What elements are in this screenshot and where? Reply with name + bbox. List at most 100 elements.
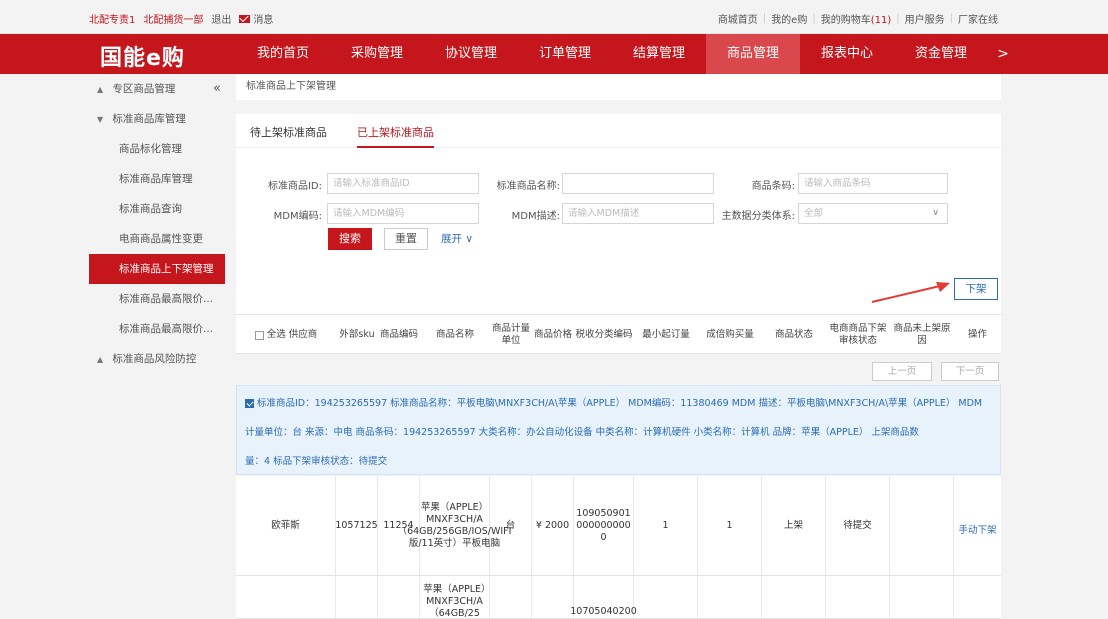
mdm-code-input[interactable]: 请输入MDM编码 (327, 203, 479, 224)
barcode-input[interactable]: 请输入商品条码 (798, 173, 948, 194)
sidebar-item-label: 标准商品风险防控 (112, 353, 197, 365)
sidebar-group-risk-control[interactable]: ▲ 标准商品风险防控 (89, 344, 225, 374)
cell-sku: 1057125 (335, 476, 378, 575)
row-checkbox[interactable] (245, 399, 254, 408)
nav-goods[interactable]: 商品管理 (706, 34, 800, 74)
th-goods-code: 商品编码 (379, 329, 418, 340)
expand-triangle-icon: ▼ (97, 115, 104, 124)
cell-min-order: 1 (634, 476, 698, 575)
cell-reason (890, 576, 954, 618)
sidebar-item-shelf-management[interactable]: 标准商品上下架管理 (89, 254, 225, 284)
reset-button[interactable]: 重置 (384, 228, 428, 250)
cell-unit: 台 (490, 476, 532, 575)
mall-home-link[interactable]: 商城首页 (718, 11, 758, 26)
sidebar-item-standardization[interactable]: 商品标化管理 (89, 134, 225, 164)
detail-line-2: 计量单位：台 来源：中电 商品条码：194253265597 大类名称：办公自动… (245, 427, 919, 438)
cell-multiple: 1 (698, 476, 762, 575)
vendor-online-link[interactable]: 厂家在线 (958, 11, 998, 26)
std-id-label: 标准商品ID: (267, 181, 322, 192)
cell-tax-code: 10705040200 (570, 576, 637, 618)
take-down-button[interactable]: 下架 (954, 278, 998, 300)
mdm-desc-input[interactable]: 请输入MDM描述 (562, 203, 714, 224)
category-select[interactable]: 全部 ∨ (798, 203, 948, 224)
logout-link[interactable]: 退出 (211, 11, 231, 26)
cart-link[interactable]: 我的购物车(11) (821, 11, 892, 26)
collapse-sidebar-icon[interactable]: « (213, 74, 221, 104)
cell-min-order (634, 576, 698, 618)
table-row: 苹果（APPLE）MNXF3CH/A（64GB/25 10705040200 (236, 576, 1001, 619)
cell-code (378, 576, 420, 618)
th-multiple: 成倍购买量 (706, 329, 754, 340)
th-reason: 商品未上架原因 (893, 323, 951, 346)
nav-settlement[interactable]: 结算管理 (612, 34, 706, 74)
cell-status: 上架 (762, 476, 826, 575)
top-bar: 北配专责1 北配捕货一部 退出 消息 商城首页 | 我的e购 | 我的购物车(1… (0, 0, 1108, 34)
messages-link[interactable]: 消息 (239, 11, 273, 26)
detail-line-3: 量：4 标品下架审核状态：待提交 (245, 456, 388, 467)
tab-pending-shelf[interactable]: 待上架标准商品 (250, 124, 327, 140)
cell-sku (336, 576, 378, 618)
cell-price: ¥ 2000 (532, 476, 574, 575)
annotation-arrow-icon (871, 282, 950, 303)
user-service-link[interactable]: 用户服务 (905, 11, 945, 26)
nav-agreement[interactable]: 协议管理 (424, 34, 518, 74)
tab-on-shelf[interactable]: 已上架标准商品 (357, 124, 434, 148)
cell-status (762, 576, 826, 618)
main-content: 标准商品上下架管理 待上架标准商品 已上架标准商品 标准商品ID: 请输入标准商… (236, 74, 1001, 619)
dept-name[interactable]: 北配捕货一部 (143, 11, 203, 26)
nav-purchase[interactable]: 采购管理 (330, 34, 424, 74)
sidebar-item-max-price-1[interactable]: 标准商品最高限价... (89, 284, 225, 314)
messages-label: 消息 (253, 15, 274, 26)
sidebar-group-std-library[interactable]: ▼ 标准商品库管理 (89, 104, 225, 134)
th-min-order: 最小起订量 (642, 329, 690, 340)
prev-page-button[interactable]: 上一页 (872, 362, 932, 381)
std-name-input[interactable] (562, 173, 714, 194)
barcode-label: 商品条码: (751, 181, 795, 192)
search-button[interactable]: 搜索 (328, 228, 372, 250)
std-name-label: 标准商品名称: (496, 181, 560, 192)
cell-audit (826, 576, 890, 618)
th-audit-status: 电商商品下架审核状态 (829, 323, 887, 346)
th-price: 商品价格 (533, 329, 572, 340)
th-unit: 商品计量单位 (491, 323, 530, 346)
sidebar-item-std-query[interactable]: 标准商品查询 (89, 194, 225, 224)
sidebar-group-zone-goods[interactable]: ▲ 专区商品管理 « (89, 74, 225, 104)
breadcrumb: 标准商品上下架管理 (236, 74, 1001, 100)
expand-filters-link[interactable]: 展开 ∨ (441, 231, 473, 246)
nav-orders[interactable]: 订单管理 (518, 34, 612, 74)
nav-more-button[interactable]: > (988, 34, 1018, 74)
sidebar-item-max-price-2[interactable]: 标准商品最高限价... (89, 314, 225, 344)
table-row: 欧菲斯 1057125 11254 苹果（APPLE）MNXF3CH/A（64G… (236, 476, 1001, 576)
user-name[interactable]: 北配专责1 (89, 11, 135, 26)
cell-supplier (236, 576, 336, 618)
select-all-header[interactable]: 全选 供应商 (236, 315, 336, 355)
next-page-button[interactable]: 下一页 (941, 362, 999, 381)
cart-count: (11) (870, 15, 892, 26)
cell-audit: 待提交 (826, 476, 890, 575)
mdm-desc-label: MDM描述: (511, 211, 560, 222)
sidebar-item-label: 标准商品库管理 (112, 113, 186, 125)
sidebar-item-attr-change[interactable]: 电商商品属性变更 (89, 224, 225, 254)
th-status: 商品状态 (774, 329, 813, 340)
row-action[interactable] (954, 576, 1001, 618)
cell-supplier: 欧菲斯 (236, 476, 336, 575)
th-external-sku: 外部sku (339, 329, 375, 340)
tab-bar: 待上架标准商品 已上架标准商品 (236, 114, 1001, 148)
cell-price (532, 576, 574, 618)
std-id-input[interactable]: 请输入标准商品ID (327, 173, 479, 194)
th-action: 操作 (967, 329, 987, 340)
collapse-triangle-icon: ▲ (97, 355, 104, 364)
my-egou-link[interactable]: 我的e购 (771, 11, 807, 26)
main-nav: 国能e购 我的首页 采购管理 协议管理 订单管理 结算管理 商品管理 报表中心 … (0, 34, 1108, 74)
cell-tax-code: 1090509010000000000 (574, 476, 634, 575)
nav-funds[interactable]: 资金管理 (894, 34, 988, 74)
logo[interactable]: 国能e购 (100, 40, 185, 72)
mail-icon (239, 14, 251, 23)
nav-reports[interactable]: 报表中心 (800, 34, 894, 74)
select-all-checkbox[interactable] (254, 330, 264, 340)
nav-home[interactable]: 我的首页 (236, 34, 330, 74)
goods-detail-panel: 标准商品ID：194253265597 标准商品名称：平板电脑\MNXF3CH/… (236, 385, 1001, 475)
category-value: 全部 (804, 208, 824, 219)
manual-take-down-link[interactable]: 手动下架 (954, 476, 1001, 575)
sidebar-item-std-library[interactable]: 标准商品库管理 (89, 164, 225, 194)
